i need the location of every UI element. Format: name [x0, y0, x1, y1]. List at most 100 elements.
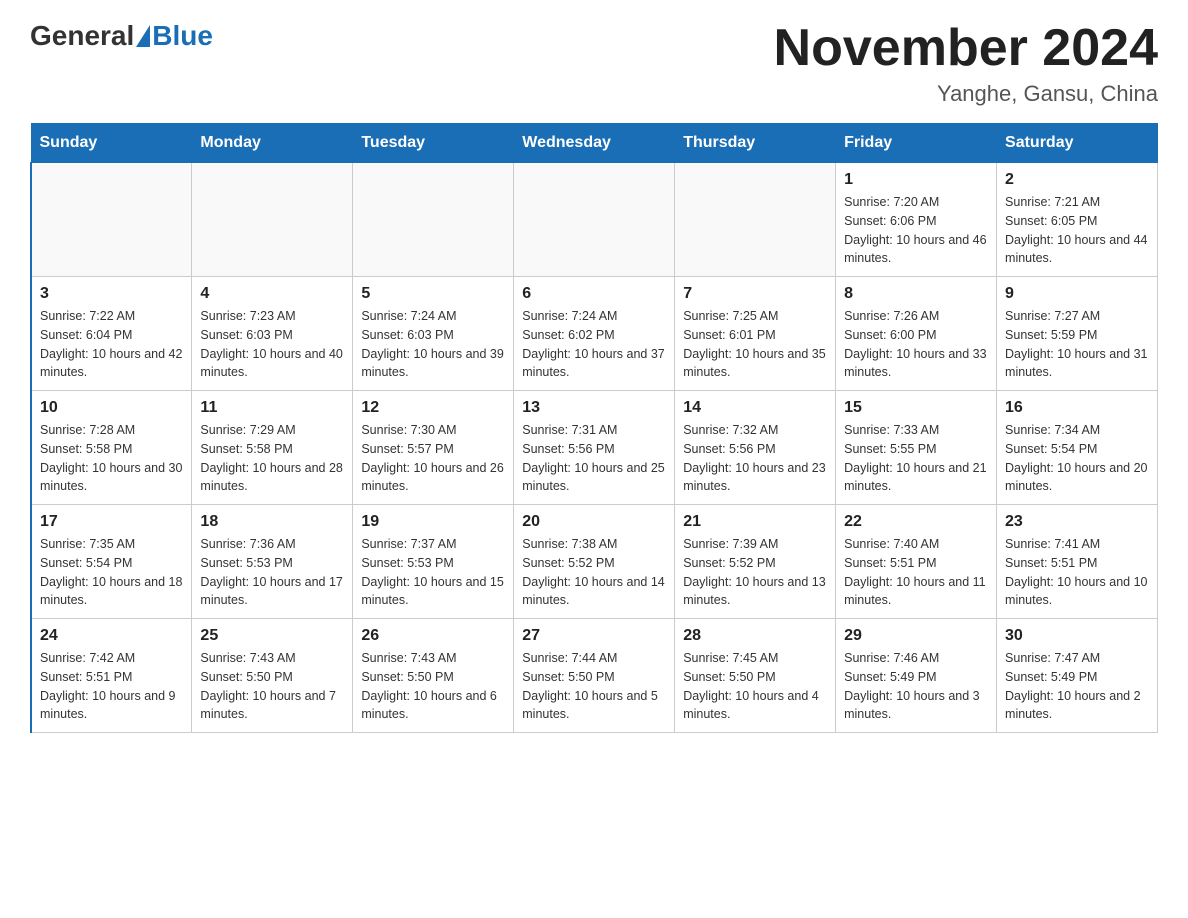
day-detail: Sunrise: 7:38 AMSunset: 5:52 PMDaylight:…	[522, 535, 666, 610]
calendar-cell: 28Sunrise: 7:45 AMSunset: 5:50 PMDayligh…	[675, 619, 836, 733]
day-detail: Sunrise: 7:42 AMSunset: 5:51 PMDaylight:…	[40, 649, 183, 724]
day-number: 11	[200, 399, 344, 417]
calendar-cell: 1 Sunrise: 7:20 AMSunset: 6:06 PMDaylight…	[836, 163, 997, 277]
calendar-cell: 30 Sunrise: 7:47 AMSunset: 5:49 PMDayligh…	[997, 619, 1158, 733]
title-block: November 2024 Yanghe, Gansu, China	[774, 20, 1158, 107]
calendar-cell: 13 Sunrise: 7:31 AMSunset: 5:56 PMDayligh…	[514, 391, 675, 505]
day-number: 17	[40, 513, 183, 531]
day-detail: Sunrise: 7:43 AMSunset: 5:50 PMDaylight:…	[361, 649, 505, 724]
day-detail: Sunrise: 7:41 AMSunset: 5:51 PMDaylight:…	[1005, 535, 1149, 610]
day-detail: Sunrise: 7:20 AMSunset: 6:06 PMDaylight:…	[844, 193, 988, 268]
day-detail: Sunrise: 7:31 AMSunset: 5:56 PMDaylight:…	[522, 421, 666, 496]
calendar-cell	[514, 163, 675, 277]
logo: General Blue	[30, 20, 213, 52]
day-number: 8	[844, 285, 988, 303]
calendar-cell	[353, 163, 514, 277]
day-number: 27	[522, 627, 666, 645]
calendar-cell: 12 Sunrise: 7:30 AMSunset: 5:57 PMDayligh…	[353, 391, 514, 505]
day-number: 23	[1005, 513, 1149, 531]
calendar-cell	[675, 163, 836, 277]
weekday-header-thursday: Thursday	[675, 124, 836, 163]
day-number: 14	[683, 399, 827, 417]
logo-triangle-icon	[136, 25, 150, 47]
calendar-cell: 24 Sunrise: 7:42 AMSunset: 5:51 PMDayligh…	[31, 619, 192, 733]
calendar-cell: 20 Sunrise: 7:38 AMSunset: 5:52 PMDayligh…	[514, 505, 675, 619]
calendar-cell: 2 Sunrise: 7:21 AMSunset: 6:05 PMDaylight…	[997, 163, 1158, 277]
calendar-cell: 3 Sunrise: 7:22 AMSunset: 6:04 PMDaylight…	[31, 277, 192, 391]
day-detail: Sunrise: 7:30 AMSunset: 5:57 PMDaylight:…	[361, 421, 505, 496]
day-number: 26	[361, 627, 505, 645]
day-number: 12	[361, 399, 505, 417]
day-detail: Sunrise: 7:44 AMSunset: 5:50 PMDaylight:…	[522, 649, 666, 724]
calendar-cell: 5Sunrise: 7:24 AMSunset: 6:03 PMDaylight…	[353, 277, 514, 391]
weekday-header-monday: Monday	[192, 124, 353, 163]
day-detail: Sunrise: 7:29 AMSunset: 5:58 PMDaylight:…	[200, 421, 344, 496]
calendar-cell: 14 Sunrise: 7:32 AMSunset: 5:56 PMDayligh…	[675, 391, 836, 505]
day-detail: Sunrise: 7:27 AMSunset: 5:59 PMDaylight:…	[1005, 307, 1149, 382]
day-detail: Sunrise: 7:47 AMSunset: 5:49 PMDaylight:…	[1005, 649, 1149, 724]
weekday-header-tuesday: Tuesday	[353, 124, 514, 163]
calendar-cell	[31, 163, 192, 277]
day-number: 15	[844, 399, 988, 417]
calendar-cell: 16 Sunrise: 7:34 AMSunset: 5:54 PMDayligh…	[997, 391, 1158, 505]
calendar-cell: 19Sunrise: 7:37 AMSunset: 5:53 PMDayligh…	[353, 505, 514, 619]
day-number: 9	[1005, 285, 1149, 303]
day-number: 19	[361, 513, 505, 531]
calendar-cell: 25 Sunrise: 7:43 AMSunset: 5:50 PMDayligh…	[192, 619, 353, 733]
calendar-week-1: 1 Sunrise: 7:20 AMSunset: 6:06 PMDaylight…	[31, 163, 1158, 277]
day-number: 22	[844, 513, 988, 531]
day-number: 13	[522, 399, 666, 417]
calendar-cell: 6Sunrise: 7:24 AMSunset: 6:02 PMDaylight…	[514, 277, 675, 391]
calendar-table: SundayMondayTuesdayWednesdayThursdayFrid…	[30, 123, 1158, 733]
calendar-week-5: 24 Sunrise: 7:42 AMSunset: 5:51 PMDayligh…	[31, 619, 1158, 733]
day-number: 7	[683, 285, 827, 303]
calendar-header-row: SundayMondayTuesdayWednesdayThursdayFrid…	[31, 124, 1158, 163]
calendar-cell: 10Sunrise: 7:28 AMSunset: 5:58 PMDayligh…	[31, 391, 192, 505]
day-number: 6	[522, 285, 666, 303]
day-number: 5	[361, 285, 505, 303]
calendar-cell: 22 Sunrise: 7:40 AMSunset: 5:51 PMDayligh…	[836, 505, 997, 619]
day-detail: Sunrise: 7:22 AMSunset: 6:04 PMDaylight:…	[40, 307, 183, 382]
day-number: 1	[844, 171, 988, 189]
day-number: 29	[844, 627, 988, 645]
day-detail: Sunrise: 7:46 AMSunset: 5:49 PMDaylight:…	[844, 649, 988, 724]
calendar-cell: 9 Sunrise: 7:27 AMSunset: 5:59 PMDaylight…	[997, 277, 1158, 391]
calendar-cell: 4 Sunrise: 7:23 AMSunset: 6:03 PMDaylight…	[192, 277, 353, 391]
day-number: 3	[40, 285, 183, 303]
day-number: 21	[683, 513, 827, 531]
day-number: 20	[522, 513, 666, 531]
calendar-cell: 18Sunrise: 7:36 AMSunset: 5:53 PMDayligh…	[192, 505, 353, 619]
weekday-header-wednesday: Wednesday	[514, 124, 675, 163]
day-detail: Sunrise: 7:26 AMSunset: 6:00 PMDaylight:…	[844, 307, 988, 382]
day-number: 28	[683, 627, 827, 645]
day-number: 25	[200, 627, 344, 645]
day-detail: Sunrise: 7:40 AMSunset: 5:51 PMDaylight:…	[844, 535, 988, 610]
day-detail: Sunrise: 7:33 AMSunset: 5:55 PMDaylight:…	[844, 421, 988, 496]
calendar-cell: 27 Sunrise: 7:44 AMSunset: 5:50 PMDayligh…	[514, 619, 675, 733]
day-detail: Sunrise: 7:23 AMSunset: 6:03 PMDaylight:…	[200, 307, 344, 382]
day-number: 2	[1005, 171, 1149, 189]
calendar-cell: 23 Sunrise: 7:41 AMSunset: 5:51 PMDayligh…	[997, 505, 1158, 619]
calendar-cell: 11 Sunrise: 7:29 AMSunset: 5:58 PMDayligh…	[192, 391, 353, 505]
calendar-cell: 8 Sunrise: 7:26 AMSunset: 6:00 PMDaylight…	[836, 277, 997, 391]
calendar-cell: 29 Sunrise: 7:46 AMSunset: 5:49 PMDayligh…	[836, 619, 997, 733]
calendar-week-3: 10Sunrise: 7:28 AMSunset: 5:58 PMDayligh…	[31, 391, 1158, 505]
location-subtitle: Yanghe, Gansu, China	[774, 81, 1158, 107]
calendar-week-2: 3 Sunrise: 7:22 AMSunset: 6:04 PMDaylight…	[31, 277, 1158, 391]
day-detail: Sunrise: 7:34 AMSunset: 5:54 PMDaylight:…	[1005, 421, 1149, 496]
day-number: 24	[40, 627, 183, 645]
month-year-title: November 2024	[774, 20, 1158, 77]
day-detail: Sunrise: 7:21 AMSunset: 6:05 PMDaylight:…	[1005, 193, 1149, 268]
day-detail: Sunrise: 7:35 AMSunset: 5:54 PMDaylight:…	[40, 535, 183, 610]
logo-blue-text: Blue	[152, 20, 213, 52]
logo-general-text: General	[30, 20, 134, 52]
day-detail: Sunrise: 7:43 AMSunset: 5:50 PMDaylight:…	[200, 649, 344, 724]
weekday-header-sunday: Sunday	[31, 124, 192, 163]
day-number: 16	[1005, 399, 1149, 417]
day-number: 10	[40, 399, 183, 417]
day-number: 30	[1005, 627, 1149, 645]
day-number: 4	[200, 285, 344, 303]
day-detail: Sunrise: 7:32 AMSunset: 5:56 PMDaylight:…	[683, 421, 827, 496]
day-detail: Sunrise: 7:36 AMSunset: 5:53 PMDaylight:…	[200, 535, 344, 610]
calendar-cell	[192, 163, 353, 277]
